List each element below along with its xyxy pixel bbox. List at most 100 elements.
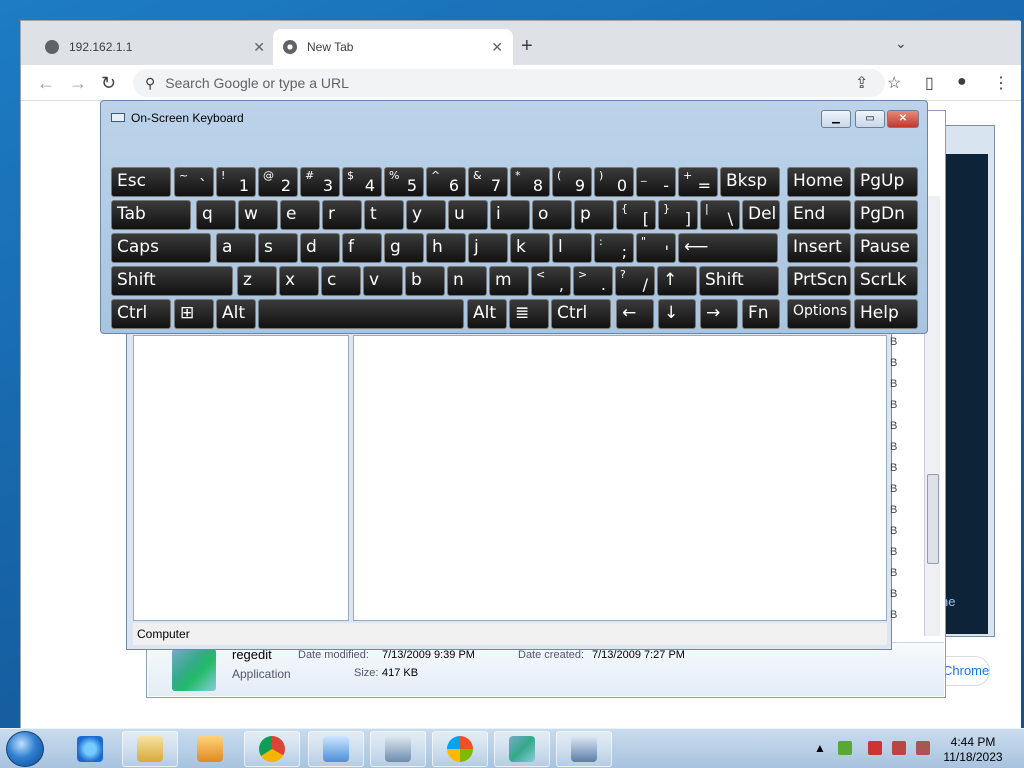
- scrollbar-thumb[interactable]: [927, 474, 939, 564]
- close-icon[interactable]: ✕: [491, 39, 503, 56]
- key-7[interactable]: & 7: [468, 167, 508, 197]
- network-status-icon[interactable]: [892, 741, 906, 755]
- key-Help[interactable]: Help: [854, 299, 918, 329]
- key-6[interactable]: ^ 6: [426, 167, 466, 197]
- key-End[interactable]: End: [787, 200, 851, 230]
- key-a[interactable]: a: [216, 233, 256, 263]
- key-[interactable]: " ': [636, 233, 676, 263]
- taskbar-media-player[interactable]: [182, 731, 238, 767]
- taskbar-control-panel[interactable]: [308, 731, 364, 767]
- key-Options[interactable]: Options: [787, 299, 851, 329]
- key-PrtScn[interactable]: PrtScn: [787, 266, 851, 296]
- key-[interactable]: }]: [658, 200, 698, 230]
- key-f[interactable]: f: [342, 233, 382, 263]
- key-[interactable]: + =: [678, 167, 718, 197]
- key-3[interactable]: #3: [300, 167, 340, 197]
- key-m[interactable]: m: [489, 266, 529, 296]
- close-button[interactable]: ✕: [887, 110, 919, 128]
- key-r[interactable]: r: [322, 200, 362, 230]
- key-w[interactable]: w: [238, 200, 278, 230]
- key-Tab[interactable]: Tab: [111, 200, 191, 230]
- key-PgUp[interactable]: PgUp: [854, 167, 918, 197]
- key-Pause[interactable]: Pause: [854, 233, 918, 263]
- key-i[interactable]: i: [490, 200, 530, 230]
- taskbar-explorer[interactable]: [122, 731, 178, 767]
- key-PgDn[interactable]: PgDn: [854, 200, 918, 230]
- key-space[interactable]: [258, 299, 464, 329]
- key-x[interactable]: x: [279, 266, 319, 296]
- key-q[interactable]: q: [196, 200, 236, 230]
- key-5[interactable]: % 5: [384, 167, 424, 197]
- action-center-icon[interactable]: [868, 741, 882, 755]
- key-9[interactable]: (9: [552, 167, 592, 197]
- key-[interactable]: ~ `: [174, 167, 214, 197]
- taskbar-chrome[interactable]: [244, 731, 300, 767]
- key-b[interactable]: b: [405, 266, 445, 296]
- key-t[interactable]: t: [364, 200, 404, 230]
- key-[interactable]: ⊞: [174, 299, 214, 329]
- key-Home[interactable]: Home: [787, 167, 851, 197]
- key-Shift[interactable]: Shift: [699, 266, 779, 296]
- back-icon[interactable]: ←: [37, 73, 55, 94]
- key-ScrLk[interactable]: ScrLk: [854, 266, 918, 296]
- key-Alt[interactable]: Alt: [467, 299, 507, 329]
- key-g[interactable]: g: [384, 233, 424, 263]
- side-panel-icon[interactable]: ▯: [925, 73, 934, 93]
- taskbar-remote-desktop[interactable]: [370, 731, 426, 767]
- close-icon[interactable]: ✕: [253, 39, 265, 56]
- key-2[interactable]: @2: [258, 167, 298, 197]
- key-Shift[interactable]: Shift: [111, 266, 233, 296]
- tab-new-tab[interactable]: New Tab ✕: [273, 29, 513, 65]
- key-Caps[interactable]: Caps: [111, 233, 211, 263]
- tab-192-162-1-1[interactable]: 192.162.1.1 ✕: [35, 29, 275, 65]
- network-icon[interactable]: [838, 741, 852, 755]
- key-Ctrl[interactable]: Ctrl: [111, 299, 171, 329]
- taskbar-regedit[interactable]: [494, 731, 550, 767]
- key-[interactable]: →: [700, 299, 738, 329]
- key-[interactable]: {[: [616, 200, 656, 230]
- profile-icon[interactable]: ●: [957, 73, 967, 91]
- key-[interactable]: ? /: [615, 266, 655, 296]
- key-d[interactable]: d: [300, 233, 340, 263]
- key-[interactable]: >.: [573, 266, 613, 296]
- key-z[interactable]: z: [237, 266, 277, 296]
- key-v[interactable]: v: [363, 266, 403, 296]
- key-4[interactable]: $4: [342, 167, 382, 197]
- new-tab-button[interactable]: +: [521, 35, 533, 58]
- minimize-button[interactable]: ▁: [821, 110, 851, 128]
- key-[interactable]: ≣: [509, 299, 549, 329]
- key-Esc[interactable]: Esc: [111, 167, 171, 197]
- show-hidden-icons[interactable]: ▲: [814, 741, 826, 755]
- tab-search-icon[interactable]: ⌄: [895, 35, 907, 52]
- key-[interactable]: ⟵: [678, 233, 778, 263]
- menu-icon[interactable]: ⋮: [993, 73, 1009, 93]
- share-icon[interactable]: ⇪: [855, 73, 868, 93]
- key-[interactable]: ↑: [657, 266, 697, 296]
- key-c[interactable]: c: [321, 266, 361, 296]
- key-[interactable]: | \: [700, 200, 740, 230]
- key-[interactable]: ↓: [658, 299, 696, 329]
- omnibox[interactable]: ⚲ Search Google or type a URL: [133, 69, 885, 97]
- key-Del[interactable]: Del: [742, 200, 780, 230]
- key-Insert[interactable]: Insert: [787, 233, 851, 263]
- maximize-button[interactable]: ▭: [855, 110, 885, 128]
- key-Bksp[interactable]: Bksp: [720, 167, 780, 197]
- key-0[interactable]: ) 0: [594, 167, 634, 197]
- volume-muted-icon[interactable]: [916, 741, 930, 755]
- taskbar-ie[interactable]: [62, 731, 118, 767]
- registry-values-pane[interactable]: [353, 335, 887, 621]
- taskbar-osk[interactable]: [556, 731, 612, 767]
- key-1[interactable]: ! 1: [216, 167, 256, 197]
- key-h[interactable]: h: [426, 233, 466, 263]
- key-Fn[interactable]: Fn: [742, 299, 780, 329]
- taskbar-windows[interactable]: [432, 731, 488, 767]
- key-Alt[interactable]: Alt: [216, 299, 256, 329]
- key-8[interactable]: * 8: [510, 167, 550, 197]
- key-p[interactable]: p: [574, 200, 614, 230]
- forward-icon[interactable]: →: [69, 73, 87, 94]
- key-s[interactable]: s: [258, 233, 298, 263]
- key-Ctrl[interactable]: Ctrl: [551, 299, 611, 329]
- key-y[interactable]: y: [406, 200, 446, 230]
- key-o[interactable]: o: [532, 200, 572, 230]
- registry-tree-pane[interactable]: [133, 335, 349, 621]
